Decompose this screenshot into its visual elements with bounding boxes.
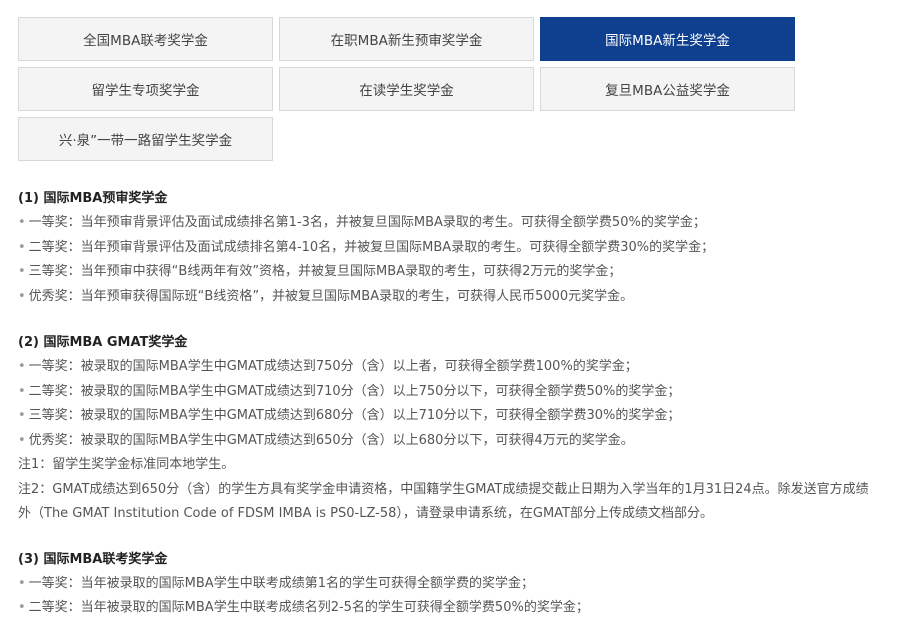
bullet: • [18, 288, 26, 304]
tab-overseas-student[interactable]: 留学生专项奖学金 [18, 67, 273, 111]
bullet: • [18, 239, 26, 255]
list-item: • 二等奖：被录取的国际MBA学生中GMAT成绩达到710分（含）以上750分以下… [18, 380, 888, 405]
section-title: (2) 国际MBA GMAT奖学金 [18, 335, 188, 350]
list-item: • 一等奖：被录取的国际MBA学生中GMAT成绩达到750分（含）以上者，可获得全… [18, 355, 888, 380]
list-item: • 优秀奖：当年预审获得国际班“B线资格”，并被复旦国际MBA录取的考生，可获得人… [18, 285, 888, 310]
list-item: • 优秀奖：被录取的国际MBA学生中GMAT成绩达到650分（含）以上680分以下… [18, 429, 888, 454]
note-2: 注2：GMAT成绩达到650分（含）的学生方具有奖学金申请资格，中国籍学生GMA… [18, 481, 869, 521]
tab-part-time-pre-review[interactable]: 在职MBA新生预审奖学金 [279, 17, 534, 61]
list-item-text: 二等奖：被录取的国际MBA学生中GMAT成绩达到710分（含）以上750分以下，… [28, 383, 681, 399]
note-1: 注1：留学生奖学金标准同本地学生。 [18, 457, 235, 472]
list-item-text: 二等奖：当年被录取的国际MBA学生中联考成绩名列2-5名的学生可获得全额学费50… [28, 600, 589, 615]
tab-belt-and-road[interactable]: 兴·泉”一带一路留学生奖学金 [18, 117, 273, 161]
list-item-text: 二等奖：当年预审背景评估及面试成绩排名第4-10名，并被复旦国际MBA录取的考生… [28, 239, 715, 255]
tab-national-mba-exam[interactable]: 全国MBA联考奖学金 [18, 17, 273, 61]
scholarship-content: (1) 国际MBA预审奖学金 • 一等奖：当年预审背景评估及面试成绩排名第1-3名… [18, 187, 888, 621]
section-title: (1) 国际MBA预审奖学金 [18, 191, 168, 206]
bullet: • [18, 383, 26, 399]
list-item: • 一等奖：当年被录取的国际MBA学生中联考成绩第1名的学生可获得全额学费的奖学金… [18, 572, 888, 597]
list-item-text: 一等奖：当年预审背景评估及面试成绩排名第1-3名，并被复旦国际MBA录取的考生。… [28, 215, 706, 230]
list-item-text: 优秀奖：被录取的国际MBA学生中GMAT成绩达到650分（含）以上680分以下，… [28, 432, 634, 448]
bullet: • [18, 359, 26, 374]
list-item-text: 三等奖：被录取的国际MBA学生中GMAT成绩达到680分（含）以上710分以下，… [28, 408, 681, 423]
bullet: • [18, 215, 26, 230]
bullet: • [18, 408, 26, 423]
bullet: • [18, 575, 26, 591]
list-item: • 二等奖：当年预审背景评估及面试成绩排名第4-10名，并被复旦国际MBA录取的考… [18, 236, 888, 261]
section-title: (3) 国际MBA联考奖学金 [18, 551, 168, 567]
list-item-text: 三等奖：当年预审中获得“B线两年有效”资格，并被复旦国际MBA录取的考生，可获得… [28, 264, 622, 279]
list-item-text: 优秀奖：当年预审获得国际班“B线资格”，并被复旦国际MBA录取的考生，可获得人民… [28, 288, 634, 304]
tab-current-student[interactable]: 在读学生奖学金 [279, 67, 534, 111]
bullet: • [18, 264, 26, 279]
list-item: • 一等奖：当年预审背景评估及面试成绩排名第1-3名，并被复旦国际MBA录取的考生… [18, 211, 888, 236]
list-item: • 二等奖：当年被录取的国际MBA学生中联考成绩名列2-5名的学生可获得全额学费5… [18, 596, 888, 621]
bullet: • [18, 432, 26, 448]
list-item: • 三等奖：当年预审中获得“B线两年有效”资格，并被复旦国际MBA录取的考生，可获… [18, 260, 888, 285]
tab-international-mba[interactable]: 国际MBA新生奖学金 [540, 17, 795, 61]
list-item: • 三等奖：被录取的国际MBA学生中GMAT成绩达到680分（含）以上710分以下… [18, 404, 888, 429]
bullet: • [18, 600, 26, 615]
list-item-text: 一等奖：当年被录取的国际MBA学生中联考成绩第1名的学生可获得全额学费的奖学金； [28, 575, 534, 591]
tab-fudan-mba-charity[interactable]: 复旦MBA公益奖学金 [540, 67, 795, 111]
list-item-text: 一等奖：被录取的国际MBA学生中GMAT成绩达到750分（含）以上者，可获得全额… [28, 359, 638, 374]
